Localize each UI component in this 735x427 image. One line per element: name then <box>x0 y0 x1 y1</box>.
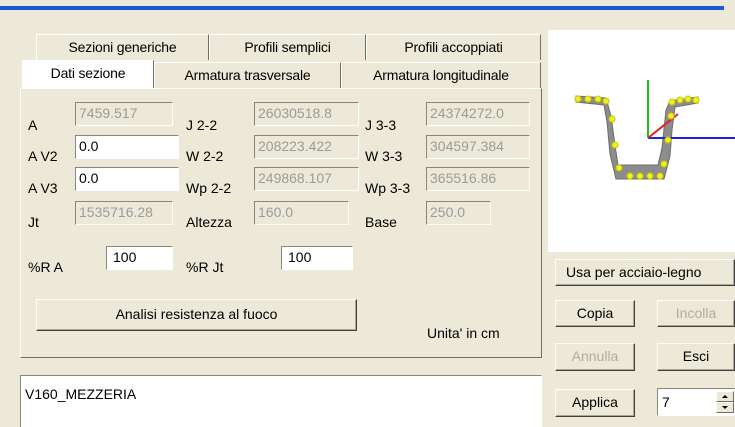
label-base: Base <box>365 214 397 230</box>
label-ra: %R A <box>28 259 64 275</box>
stepper-down-button[interactable] <box>716 402 734 413</box>
field-jt: 1535716.28 <box>75 201 173 225</box>
label-wp33: Wp 3-3 <box>365 180 411 196</box>
paste-button: Incolla <box>657 300 735 327</box>
label-jt: Jt <box>28 214 39 230</box>
label-j33: J 3-3 <box>365 117 397 133</box>
tab-armatura-longitudinale[interactable]: Armatura longitudinale <box>341 62 541 88</box>
stepper-up-button[interactable] <box>716 391 734 402</box>
chevron-down-icon <box>722 406 728 409</box>
tab-armatura-trasversale[interactable]: Armatura trasversale <box>154 62 341 88</box>
section-name-text[interactable]: V160_MEZZERIA <box>25 386 136 402</box>
dati-sezione-panel: A 7459.517 J 2-2 26030518.8 J 3-3 243742… <box>20 88 542 358</box>
steel-wood-button[interactable]: Usa per acciaio-legno <box>555 259 735 286</box>
tab-profili-accoppiati[interactable]: Profili accoppiati <box>366 34 541 60</box>
field-av2[interactable]: 0.0 <box>75 135 179 159</box>
undo-button: Annulla <box>555 343 635 371</box>
window-title-strip <box>0 0 735 13</box>
window-corner <box>724 0 735 13</box>
field-j22: 26030518.8 <box>254 102 359 126</box>
field-ra[interactable]: 100 <box>106 246 173 270</box>
field-altezza: 160.0 <box>254 201 349 225</box>
field-j33: 24374272.0 <box>426 102 530 126</box>
stepper-value[interactable]: 7 <box>662 394 670 410</box>
label-rjt: %R Jt <box>186 259 224 275</box>
field-rjt[interactable]: 100 <box>281 246 353 270</box>
field-wp33: 365516.86 <box>426 167 530 191</box>
apply-button[interactable]: Applica <box>555 389 635 417</box>
copy-button[interactable]: Copia <box>555 300 635 327</box>
section-preview <box>548 30 735 252</box>
chevron-up-icon <box>722 395 728 398</box>
label-w22: W 2-2 <box>186 148 224 164</box>
label-av3: A V3 <box>28 180 58 196</box>
field-a: 7459.517 <box>75 102 173 126</box>
tab-dati-sezione[interactable]: Dati sezione <box>22 60 154 88</box>
title-bar-edge <box>0 6 724 10</box>
section-name-field[interactable]: V160_MEZZERIA <box>20 375 542 427</box>
field-base: 250.0 <box>426 201 491 225</box>
units-note: Unita' in cm <box>427 325 500 341</box>
tab-sezioni-generiche[interactable]: Sezioni generiche <box>36 34 209 60</box>
field-wp22: 249868.107 <box>254 167 359 191</box>
label-j22: J 2-2 <box>186 117 218 133</box>
section-drawing <box>574 80 735 180</box>
label-w33: W 3-3 <box>365 148 403 164</box>
quantity-stepper[interactable]: 7 <box>657 388 735 416</box>
label-wp22: Wp 2-2 <box>186 180 232 196</box>
label-a: A <box>28 117 38 133</box>
fire-analysis-button[interactable]: Analisi resistenza al fuoco <box>36 299 357 331</box>
tab-profili-semplici[interactable]: Profili semplici <box>209 34 366 60</box>
label-av2: A V2 <box>28 148 58 164</box>
field-w22: 208223.422 <box>254 135 359 159</box>
label-altezza: Altezza <box>186 214 232 230</box>
field-w33: 304597.384 <box>426 135 530 159</box>
field-av3[interactable]: 0.0 <box>75 167 179 191</box>
exit-button[interactable]: Esci <box>657 343 735 371</box>
